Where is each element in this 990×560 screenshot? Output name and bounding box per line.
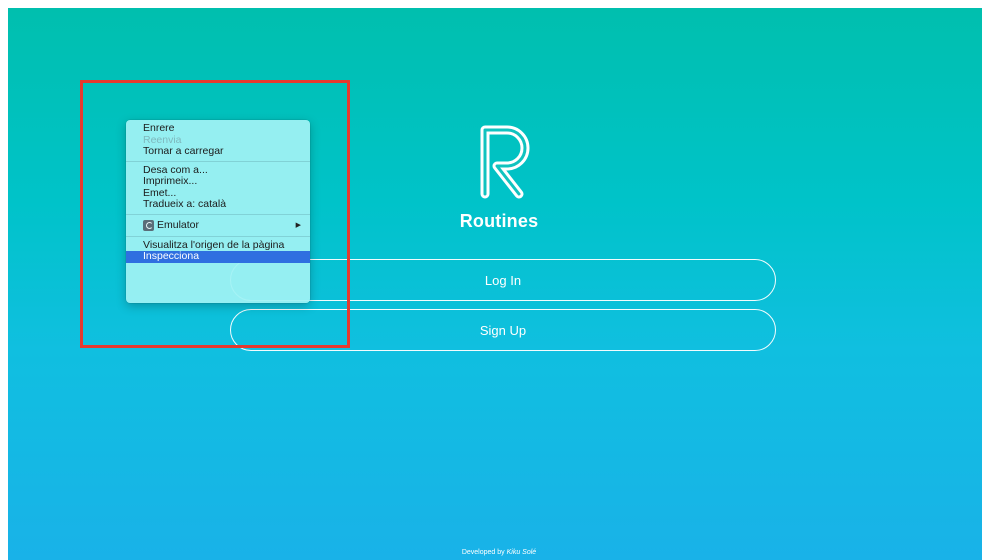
menu-separator — [126, 160, 310, 162]
emulator-extension-icon — [143, 219, 154, 231]
footer-author: Kiku Solé — [506, 549, 537, 556]
login-button[interactable]: Log In — [230, 259, 776, 301]
menu-item-emulator-label: Emulator — [157, 218, 200, 231]
menu-separator — [126, 235, 310, 237]
menu-separator — [126, 213, 310, 215]
footer-prefix: Developed by — [461, 549, 507, 556]
menu-item-tradueix[interactable]: Tradueix a: català — [126, 198, 310, 211]
menu-item-emulator[interactable]: Emulator ▶ — [126, 218, 310, 233]
menu-item-tornar-a-carregar[interactable]: Tornar a carregar — [126, 145, 310, 158]
submenu-arrow-icon: ▶ — [295, 221, 301, 229]
context-menu: Enrere Reenvia Tornar a carregar Desa co… — [126, 120, 310, 303]
menu-item-inspecciona[interactable]: Inspecciona — [126, 250, 310, 263]
menu-item-enrere[interactable]: Enrere — [126, 122, 310, 135]
footer-credit: Developed by Kiku Solé — [8, 549, 982, 556]
menu-item-imprimeix[interactable]: Imprimeix... — [126, 175, 310, 188]
signup-button[interactable]: Sign Up — [230, 309, 776, 351]
routines-logo-icon — [480, 125, 530, 199]
